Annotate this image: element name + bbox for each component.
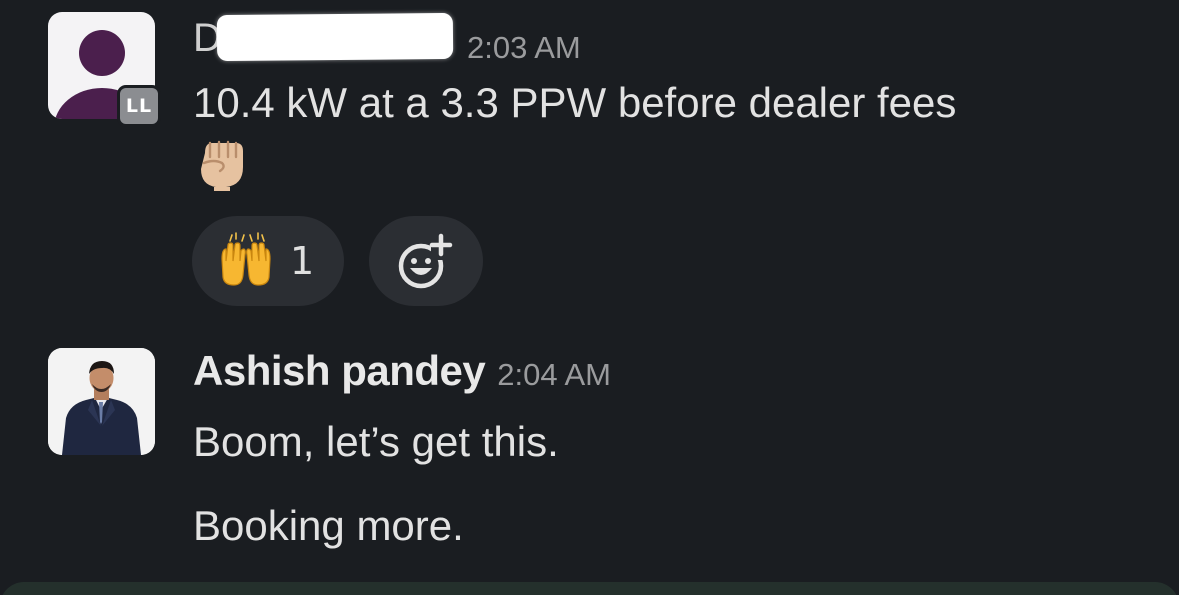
redaction-bar bbox=[216, 12, 454, 62]
message-header: D 2:03 AM bbox=[193, 12, 581, 66]
message-header-2: Ashish pandey 2:04 AM bbox=[193, 347, 611, 395]
raised-fist-emoji bbox=[201, 140, 243, 191]
avatar-head bbox=[79, 30, 125, 76]
sender-name-redacted[interactable]: D bbox=[193, 12, 455, 62]
sender-name[interactable]: Ashish pandey bbox=[193, 347, 486, 395]
org-badge-label: LL bbox=[120, 88, 158, 124]
message-text-line-2: Booking more. bbox=[193, 502, 464, 549]
reaction-count: 1 bbox=[290, 239, 315, 283]
raising-hands-icon bbox=[221, 232, 271, 286]
user-avatar-ashish[interactable] bbox=[48, 348, 155, 455]
message-1: LL D 2:03 AM 10.4 kW at a 3.3 PPW before… bbox=[0, 0, 1179, 320]
reaction-raising-hands[interactable]: 1 bbox=[192, 216, 344, 306]
message-timestamp[interactable]: 2:03 AM bbox=[467, 30, 581, 66]
profile-photo bbox=[48, 348, 155, 455]
message-composer[interactable] bbox=[0, 582, 1179, 595]
message-text: 10.4 kW at a 3.3 PPW before dealer fees bbox=[193, 79, 957, 126]
add-reaction-icon bbox=[398, 233, 453, 289]
org-badge: LL bbox=[117, 85, 161, 127]
message-timestamp-2[interactable]: 2:04 AM bbox=[497, 357, 611, 393]
add-reaction-button[interactable] bbox=[369, 216, 483, 306]
message-text-line-1: Boom, let’s get this. bbox=[193, 418, 559, 465]
